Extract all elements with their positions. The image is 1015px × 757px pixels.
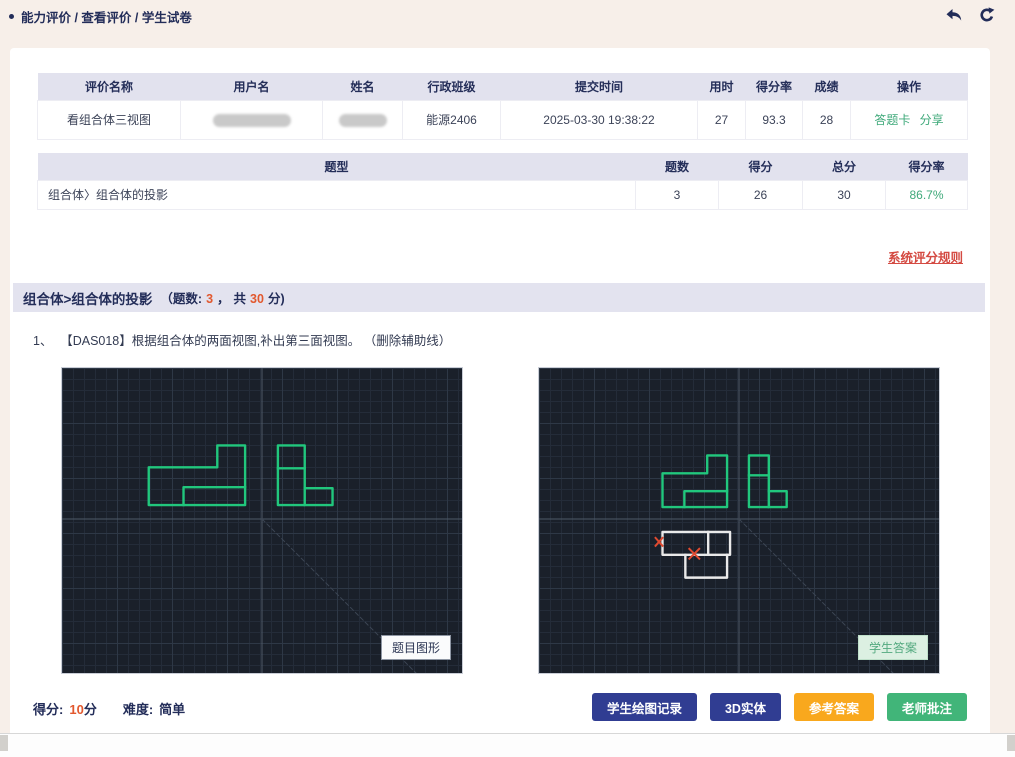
score-unit: 分 — [84, 702, 97, 717]
col-total: 总分 — [803, 153, 886, 180]
front-view-step — [184, 487, 246, 505]
drawing-record-button[interactable]: 学生绘图记录 — [592, 693, 697, 721]
student-answer-svg — [539, 368, 939, 673]
submit-time: 2025-03-30 19:38:22 — [501, 100, 698, 139]
col-time-used: 用时 — [698, 73, 746, 100]
col-evaluation-name: 评价名称 — [38, 73, 181, 100]
scrollbar-right-arrow[interactable] — [1007, 735, 1015, 751]
scoring-rules-link[interactable]: 系统评分规则 — [888, 247, 963, 266]
answer-card-link[interactable]: 答题卡 — [874, 113, 910, 127]
redacted-name — [339, 114, 387, 127]
question-figure-tag: 题目图形 — [381, 635, 451, 660]
difficulty-value: 简单 — [159, 702, 185, 717]
breadcrumb[interactable]: 能力评价 / 查看评价 / 学生试卷 — [9, 7, 192, 26]
col-grade: 成绩 — [803, 73, 851, 100]
section-count: 3 — [206, 292, 213, 306]
front-view-step — [684, 491, 727, 507]
share-link[interactable]: 分享 — [920, 113, 944, 127]
student-answer-canvas[interactable]: 学生答案 — [538, 367, 940, 674]
total-score: 30 — [803, 180, 886, 209]
student-exam-page: 能力评价 / 查看评价 / 学生试卷 评价名称 用户名 姓名 行政班级 提交时间… — [0, 0, 1015, 757]
col-actions: 操作 — [851, 73, 968, 100]
scrollbar-left-arrow[interactable] — [0, 735, 8, 751]
score-difficulty-row: 得分: 10分 难度: 简单 — [33, 699, 185, 718]
reference-answer-button[interactable]: 参考答案 — [794, 693, 874, 721]
side-view-foot — [305, 488, 333, 505]
col-question-type: 题型 — [38, 153, 636, 180]
section-meta: （题数:3，共30分) — [158, 288, 286, 307]
score-rate: 93.3 — [746, 100, 803, 139]
section-header-bar: 组合体>组合体的投影 （题数:3，共30分) — [13, 283, 985, 312]
summary-data-row: 看组合体三视图 能源2406 2025-03-30 19:38:22 27 93… — [38, 100, 968, 139]
grade: 28 — [803, 100, 851, 139]
username-cell — [181, 100, 323, 139]
refresh-icon[interactable] — [977, 5, 997, 25]
question-drawing-canvas[interactable]: 题目图形 — [61, 367, 463, 674]
score-value: 10 — [69, 702, 83, 717]
side-view-outline — [749, 455, 769, 507]
score: 26 — [719, 180, 803, 209]
side-view-outline — [278, 445, 305, 505]
question-text: 【DAS018】根据组合体的两面视图,补出第三面视图。 （删除辅助线） — [66, 334, 451, 348]
3d-solid-button[interactable]: 3D实体 — [710, 693, 781, 721]
difficulty-label: 难度: — [123, 702, 153, 717]
redacted-username — [213, 114, 291, 127]
type-data-row: 组合体〉组合体的投影 3 26 30 86.7% — [38, 180, 968, 209]
col-score-rate: 得分率 — [746, 73, 803, 100]
type-breakdown-table: 题型 题数 得分 总分 得分率 组合体〉组合体的投影 3 26 30 86.7% — [37, 153, 968, 210]
question-number: 1、 — [33, 334, 52, 348]
bullet-icon — [9, 14, 14, 19]
question-title: 1、【DAS018】根据组合体的两面视图,补出第三面视图。 （删除辅助线） — [33, 330, 451, 349]
student-answer-tag: 学生答案 — [858, 635, 928, 660]
question-type: 组合体〉组合体的投影 — [38, 180, 636, 209]
back-icon[interactable] — [944, 5, 964, 25]
col-class: 行政班级 — [403, 73, 501, 100]
horizontal-scrollbar[interactable] — [0, 733, 1015, 757]
col-name: 姓名 — [323, 73, 403, 100]
score-rate-pct: 86.7% — [886, 180, 968, 209]
side-view-foot — [769, 491, 787, 507]
breadcrumb-text: 能力评价 / 查看评价 / 学生试卷 — [21, 7, 192, 26]
section-title: 组合体>组合体的投影 — [23, 288, 152, 308]
class-name: 能源2406 — [403, 100, 501, 139]
summary-header-row: 评价名称 用户名 姓名 行政班级 提交时间 用时 得分率 成绩 操作 — [38, 73, 968, 100]
col-rate: 得分率 — [886, 153, 968, 180]
teacher-note-button[interactable]: 老师批注 — [887, 693, 967, 721]
question-count: 3 — [636, 180, 719, 209]
type-header-row: 题型 题数 得分 总分 得分率 — [38, 153, 968, 180]
front-view-outline — [663, 455, 728, 507]
col-username: 用户名 — [181, 73, 323, 100]
time-used: 27 — [698, 100, 746, 139]
evaluation-name: 看组合体三视图 — [38, 100, 181, 139]
section-total: 30 — [250, 292, 264, 306]
summary-table: 评价名称 用户名 姓名 行政班级 提交时间 用时 得分率 成绩 操作 看组合体三… — [37, 73, 968, 140]
col-score: 得分 — [719, 153, 803, 180]
col-submit-time: 提交时间 — [501, 73, 698, 100]
score-label: 得分: — [33, 702, 63, 717]
col-question-count: 题数 — [636, 153, 719, 180]
name-cell — [323, 100, 403, 139]
front-view-outline — [149, 445, 245, 505]
actions-cell: 答题卡 分享 — [851, 100, 968, 139]
student-top-view-lower — [685, 555, 727, 578]
question-drawing-svg — [62, 368, 462, 673]
